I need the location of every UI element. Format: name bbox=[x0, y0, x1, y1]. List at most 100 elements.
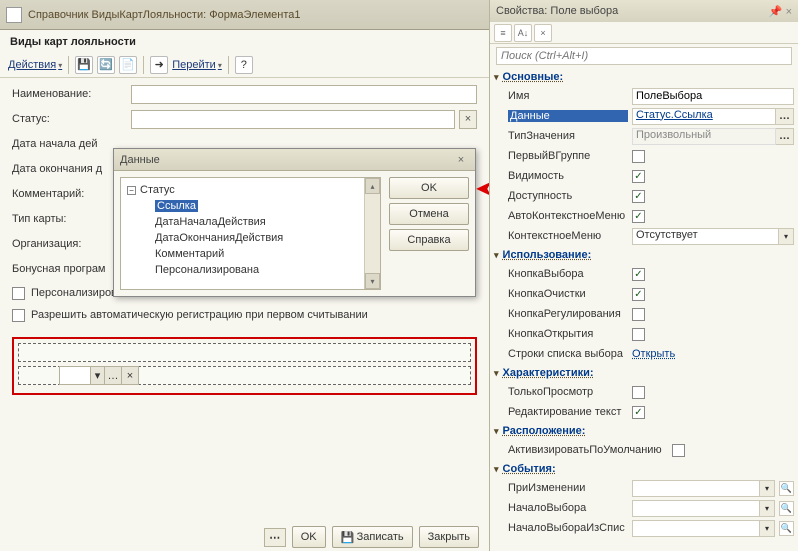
help-icon[interactable]: ? bbox=[235, 56, 253, 74]
filter-icon[interactable]: × bbox=[534, 24, 552, 42]
prop-onchange-label: ПриИзменении bbox=[508, 482, 628, 494]
prop-activate-checkbox[interactable] bbox=[672, 444, 685, 457]
tree-node-item[interactable]: ДатаОкончанияДействия bbox=[125, 230, 376, 246]
section-events[interactable]: ▾События: bbox=[490, 460, 798, 478]
prop-startchoice-input[interactable] bbox=[632, 500, 760, 517]
props-search-input[interactable] bbox=[496, 47, 792, 65]
pin-icon[interactable]: 📌 × bbox=[769, 5, 792, 18]
event-search-icon[interactable]: 🔍 bbox=[779, 521, 794, 536]
prop-startchoicelist-drop-icon[interactable]: ▾ bbox=[760, 520, 775, 537]
prop-listrows-link[interactable]: Открыть bbox=[632, 348, 675, 360]
allow-auto-label: Разрешить автоматическую регистрацию при… bbox=[31, 309, 368, 321]
goto-menu[interactable]: Перейти bbox=[172, 59, 222, 71]
bottom-dots-button[interactable]: ⋯ bbox=[264, 528, 286, 547]
expand-icon[interactable]: − bbox=[127, 186, 136, 195]
sort-category-icon[interactable]: ≡ bbox=[494, 24, 512, 42]
prop-availability-checkbox[interactable]: ✓ bbox=[632, 190, 645, 203]
prop-data-dots-button[interactable]: … bbox=[776, 108, 794, 125]
dialog-ok-button[interactable]: OK bbox=[389, 177, 469, 199]
dialog-cancel-button[interactable]: Отмена bbox=[389, 203, 469, 225]
dialog-titlebar[interactable]: Данные × bbox=[114, 149, 475, 171]
prop-onchange-input[interactable] bbox=[632, 480, 760, 497]
save-icon[interactable]: 💾 bbox=[75, 56, 93, 74]
tree-node-item[interactable]: ДатаНачалаДействия bbox=[125, 214, 376, 230]
prop-firstgroup-label: ПервыйВГруппе bbox=[508, 150, 628, 162]
bonus-label: Бонусная програм bbox=[12, 263, 127, 275]
dialog-help-button[interactable]: Справка bbox=[389, 229, 469, 251]
prop-visibility-checkbox[interactable]: ✓ bbox=[632, 170, 645, 183]
name-label: Наименование: bbox=[12, 88, 127, 100]
prop-type-value: Произвольный bbox=[632, 128, 776, 145]
design-field-2[interactable]: ▾ … × bbox=[18, 366, 471, 385]
print-icon[interactable]: 📄 bbox=[119, 56, 137, 74]
section-layout[interactable]: ▾Расположение: bbox=[490, 422, 798, 440]
prop-edittext-label: Редактирование текст bbox=[508, 406, 628, 418]
comment-label: Комментарий: bbox=[12, 188, 127, 200]
design-combo[interactable]: ▾ … × bbox=[59, 366, 139, 385]
status-clear-button[interactable]: × bbox=[459, 110, 477, 129]
prop-openbtn-checkbox[interactable] bbox=[632, 328, 645, 341]
props-toolbar: ≡ A↓ × bbox=[490, 22, 798, 44]
allow-auto-checkbox[interactable] bbox=[12, 309, 25, 322]
tree-node-item[interactable]: Комментарий bbox=[125, 246, 376, 262]
prop-regbtn-checkbox[interactable] bbox=[632, 308, 645, 321]
props-titlebar: Свойства: Поле выбора 📌 × bbox=[490, 0, 798, 22]
refresh-icon[interactable]: 🔄 bbox=[97, 56, 115, 74]
prop-name-label: Имя bbox=[508, 90, 628, 102]
scroll-down-icon[interactable]: ▾ bbox=[365, 273, 380, 289]
date-start-label: Дата начала дей bbox=[12, 138, 127, 150]
tree-node-selected[interactable]: Ссылка bbox=[125, 198, 376, 214]
prop-firstgroup-checkbox[interactable] bbox=[632, 150, 645, 163]
sort-alpha-icon[interactable]: A↓ bbox=[514, 24, 532, 42]
close-button[interactable]: Закрыть bbox=[419, 526, 479, 548]
actions-menu[interactable]: Действия bbox=[8, 59, 62, 71]
save-small-icon: 💾 bbox=[341, 531, 353, 543]
prop-clearbtn-checkbox[interactable]: ✓ bbox=[632, 288, 645, 301]
prop-readonly-checkbox[interactable] bbox=[632, 386, 645, 399]
window-titlebar: Справочник ВидыКартЛояльности: ФормаЭлем… bbox=[0, 0, 489, 30]
goto-icon[interactable]: ➜ bbox=[150, 56, 168, 74]
section-main[interactable]: ▾Основные: bbox=[490, 68, 798, 86]
tree-node-item[interactable]: Персонализирована bbox=[125, 262, 376, 278]
card-type-label: Тип карты: bbox=[12, 213, 127, 225]
tree-scrollbar[interactable]: ▴ ▾ bbox=[364, 178, 380, 289]
ok-button[interactable]: OK bbox=[292, 526, 326, 548]
event-search-icon[interactable]: 🔍 bbox=[779, 501, 794, 516]
prop-autoctx-checkbox[interactable]: ✓ bbox=[632, 210, 645, 223]
personalized-checkbox[interactable] bbox=[12, 287, 25, 300]
prop-selectbtn-checkbox[interactable]: ✓ bbox=[632, 268, 645, 281]
design-selection: ▾ … × bbox=[12, 337, 477, 395]
prop-type-label: ТипЗначения bbox=[508, 130, 628, 142]
prop-ctxmenu-label: КонтекстноеМеню bbox=[508, 230, 628, 242]
event-search-icon[interactable]: 🔍 bbox=[779, 481, 794, 496]
props-title: Свойства: Поле выбора bbox=[496, 5, 618, 17]
scroll-up-icon[interactable]: ▴ bbox=[365, 178, 380, 194]
prop-data-value[interactable]: Статус.Ссылка bbox=[632, 108, 776, 125]
prop-type-dots-button[interactable]: … bbox=[776, 128, 794, 145]
prop-ctxmenu-value[interactable]: Отсутствует bbox=[632, 228, 779, 245]
status-input[interactable] bbox=[131, 110, 455, 129]
prop-data-label: Данные bbox=[508, 110, 628, 122]
dialog-title: Данные bbox=[120, 154, 160, 166]
combo-dots-icon[interactable]: … bbox=[104, 367, 121, 384]
dialog-close-icon[interactable]: × bbox=[453, 152, 469, 168]
prop-onchange-drop-icon[interactable]: ▾ bbox=[760, 480, 775, 497]
prop-startchoicelist-input[interactable] bbox=[632, 520, 760, 537]
name-input[interactable] bbox=[131, 85, 477, 104]
prop-name-input[interactable] bbox=[632, 88, 794, 105]
prop-openbtn-label: КнопкаОткрытия bbox=[508, 328, 628, 340]
section-usage[interactable]: ▾Использование: bbox=[490, 246, 798, 264]
combo-drop-icon[interactable]: ▾ bbox=[90, 367, 104, 384]
prop-edittext-checkbox[interactable]: ✓ bbox=[632, 406, 645, 419]
prop-autoctx-label: АвтоКонтекстноеМеню bbox=[508, 210, 628, 222]
data-tree[interactable]: − Статус Ссылка ДатаНачалаДействия ДатаО… bbox=[120, 177, 381, 290]
prop-regbtn-label: КнопкаРегулирования bbox=[508, 308, 628, 320]
bottom-button-bar: ⋯ OK 💾Записать Закрыть bbox=[264, 526, 479, 548]
prop-ctxmenu-drop-icon[interactable]: ▾ bbox=[779, 228, 794, 245]
combo-clear-icon[interactable]: × bbox=[121, 367, 138, 384]
tree-node-root[interactable]: − Статус bbox=[125, 182, 376, 198]
design-field-1[interactable] bbox=[18, 343, 471, 362]
save-button[interactable]: 💾Записать bbox=[332, 526, 413, 548]
prop-startchoice-drop-icon[interactable]: ▾ bbox=[760, 500, 775, 517]
section-chars[interactable]: ▾Характеристики: bbox=[490, 364, 798, 382]
